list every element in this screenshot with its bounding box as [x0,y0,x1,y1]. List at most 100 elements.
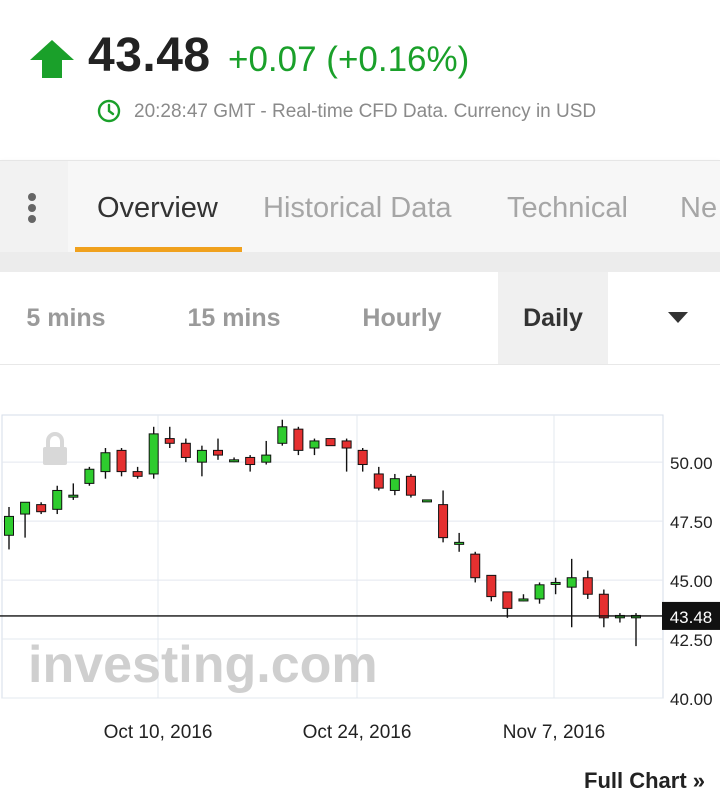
candle-down [486,574,497,602]
candle-body [518,598,529,602]
candle-body [341,440,352,449]
last-price: 43.48 [88,29,211,82]
candle-up [518,594,529,602]
price-chart[interactable]: investing.com 43.48 40.00 42.50 45.00 47.50… [0,412,720,752]
candle-body [229,459,240,463]
candle-up [196,445,207,477]
kebab-dot-icon [28,193,36,201]
candle-up [148,426,159,479]
candle-up [534,582,545,604]
timeframe-hourly[interactable]: Hourly [336,272,468,364]
candle-down [357,448,368,472]
candle-up [20,501,31,538]
candle-body [4,515,14,536]
y-axis: 40.00 42.50 45.00 47.50 50.00 [670,454,713,709]
candle-body [454,541,465,545]
timeframe-selector: 5 mins 15 mins Hourly Daily [0,272,720,365]
x-tick-label: Oct 10, 2016 [104,722,213,743]
timeframe-15-mins[interactable]: 15 mins [164,272,304,364]
timeframe-5-mins[interactable]: 5 mins [0,272,132,364]
candle-body [389,478,400,491]
x-tick-label: Nov 7, 2016 [503,722,605,743]
candle-body [534,584,545,600]
section-tabs: Overview Historical Data Technical Ne [0,160,720,253]
candle-body [261,454,272,463]
candle-body [325,438,336,447]
candle-up [454,532,465,552]
y-tick-label: 47.50 [670,513,713,532]
candle-up [84,466,95,486]
candle-body [68,494,79,498]
candle-body [100,452,111,473]
clock-icon [97,99,121,123]
candle-down [36,502,47,515]
candlestick-series [4,419,641,647]
candle-up [261,440,272,465]
candle-body [245,456,256,466]
y-tick-label: 50.00 [670,454,713,473]
full-chart-link[interactable]: Full Chart » [584,768,705,794]
kebab-dot-icon [28,215,36,223]
investing-watermark: investing.com [28,636,378,694]
candle-down [598,589,609,628]
candle-body [84,468,95,484]
candle-body [582,577,593,595]
candle-body [196,449,207,463]
candle-body [148,433,159,475]
candle-body [213,449,223,456]
current-price-label: 43.48 [670,608,713,627]
tab-news[interactable]: Ne [680,161,717,253]
candle-down [180,438,191,463]
candle-up [68,483,79,500]
candle-up [389,473,400,496]
candle-up [631,613,641,647]
lock-icon [43,432,67,465]
candle-up [422,499,432,503]
candle-down [213,438,223,460]
candle-body [438,504,449,539]
candle-down [470,551,481,583]
realtime-status: 20:28:47 GMT - Real-time CFD Data. Curre… [134,101,597,122]
candle-up [52,485,63,515]
candle-body [20,501,31,515]
candle-up [566,558,577,628]
arrow-up-icon [30,40,74,78]
candle-body [405,475,416,496]
candle-down [132,466,143,479]
more-menu-button[interactable] [0,161,68,253]
y-tick-label: 40.00 [670,690,713,709]
candle-body [566,577,577,588]
chevron-down-icon[interactable] [660,272,696,364]
candle-up [100,448,111,479]
candle-body [309,440,320,449]
candle-body [132,471,143,477]
candle-body [180,442,191,458]
candle-up [229,457,240,463]
candle-body [116,449,127,473]
candle-body [470,553,481,579]
candle-down [502,591,513,618]
candle-down [341,438,352,472]
candle-body [373,473,384,489]
candle-body [502,591,513,609]
candle-down [405,473,416,498]
candle-body [164,438,175,444]
candle-body [598,593,609,619]
candle-up [277,419,288,446]
candle-up [309,438,320,456]
candle-down [582,570,593,599]
timeframe-daily[interactable]: Daily [498,272,608,364]
candle-up [614,613,625,623]
candle-body [52,489,63,510]
candle-down [116,448,127,477]
candle-body [357,449,368,466]
x-tick-label: Oct 24, 2016 [303,722,412,743]
candle-body [422,499,432,503]
y-tick-label: 45.00 [670,572,713,591]
kebab-dot-icon [28,204,36,212]
tab-technical[interactable]: Technical [507,161,628,253]
tab-historical-data[interactable]: Historical Data [263,161,452,253]
tab-overview[interactable]: Overview [97,161,218,253]
x-axis: Oct 10, 2016 Oct 24, 2016 Nov 7, 2016 [104,722,606,743]
price-change: +0.07 (+0.16%) [228,40,470,79]
